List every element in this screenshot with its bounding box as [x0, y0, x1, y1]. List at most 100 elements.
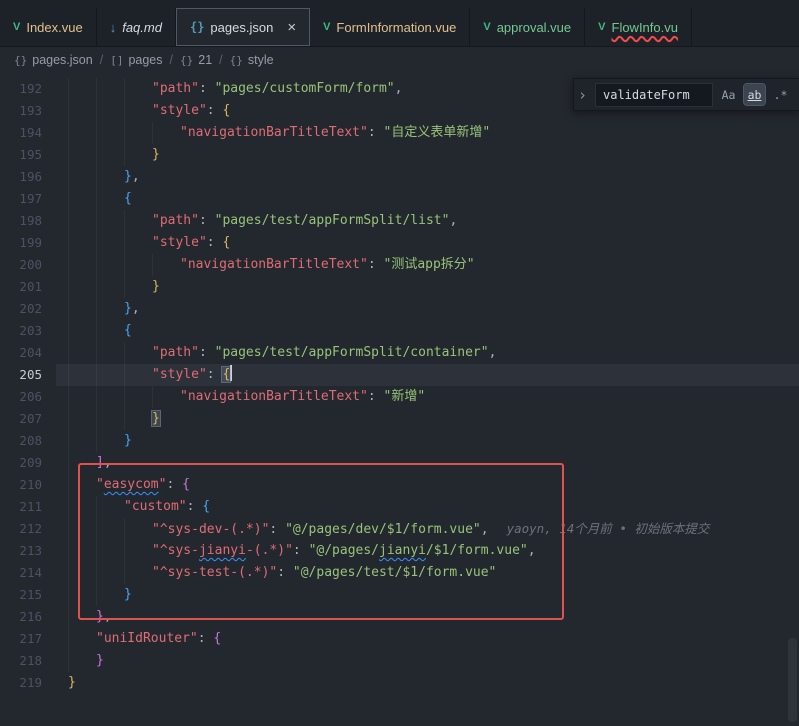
indent-guide — [152, 386, 180, 408]
tab-label: faq.md — [122, 20, 162, 35]
code-line-210[interactable]: 210"easycom": { — [0, 474, 799, 496]
code-line-204[interactable]: 204 "path": "pages/test/appFormSplit/cont… — [0, 342, 799, 364]
indent-guide — [96, 254, 124, 276]
breadcrumb-item-style[interactable]: {}style — [230, 53, 274, 67]
scrollbar-thumb[interactable] — [788, 638, 797, 722]
breadcrumb-item-pages[interactable]: []pages — [110, 53, 162, 67]
line-number[interactable]: 196 — [0, 166, 42, 188]
code-line-208[interactable]: 208} — [0, 430, 799, 452]
line-number[interactable]: 194 — [0, 122, 42, 144]
line-number[interactable]: 193 — [0, 100, 42, 122]
code-line-201[interactable]: 201} — [0, 276, 799, 298]
indent-guide — [68, 188, 96, 210]
line-number[interactable]: 214 — [0, 562, 42, 584]
indent-guide — [68, 166, 96, 188]
code-line-212[interactable]: 212"^sys-dev-(.*)": "@/pages/dev/$1/form… — [0, 518, 799, 540]
indent-guide — [96, 122, 124, 144]
line-number[interactable]: 195 — [0, 144, 42, 166]
tab-pages-json[interactable]: {}pages.json× — [176, 8, 310, 46]
indent-guide — [96, 562, 124, 584]
code-line-200[interactable]: 200"navigationBarTitleText": "测试app拆分" — [0, 254, 799, 276]
breadcrumb-item-pages-json[interactable]: {}pages.json — [14, 53, 93, 67]
line-number[interactable]: 206 — [0, 386, 42, 408]
line-number[interactable]: 211 — [0, 496, 42, 518]
whole-word-button[interactable]: ab — [744, 84, 765, 105]
code-line-214[interactable]: 214"^sys-test-(.*)": "@/pages/test/$1/fo… — [0, 562, 799, 584]
editor[interactable]: 192"path": "pages/customForm/form",193"s… — [0, 72, 799, 726]
line-number[interactable]: 201 — [0, 276, 42, 298]
code-line-207[interactable]: 207} — [0, 408, 799, 430]
code-line-215[interactable]: 215} — [0, 584, 799, 606]
indent-guide — [68, 276, 96, 298]
code-content: }, — [68, 166, 140, 188]
indent-guide — [68, 122, 96, 144]
code-line-197[interactable]: 197{ — [0, 188, 799, 210]
code-line-202[interactable]: 202}, — [0, 298, 799, 320]
regex-button[interactable]: .* — [770, 84, 791, 105]
line-number[interactable]: 202 — [0, 298, 42, 320]
code-line-198[interactable]: 198"path": "pages/test/appFormSplit/list… — [0, 210, 799, 232]
vue-icon: V — [483, 22, 490, 33]
line-number[interactable]: 216 — [0, 606, 42, 628]
find-query-text: validateForm — [603, 88, 690, 102]
line-number[interactable]: 207 — [0, 408, 42, 430]
code-content: } — [68, 408, 160, 430]
code-line-209[interactable]: 209], — [0, 452, 799, 474]
code-line-196[interactable]: 196}, — [0, 166, 799, 188]
indent-guide — [96, 210, 124, 232]
line-number[interactable]: 200 — [0, 254, 42, 276]
vue-icon: V — [598, 22, 605, 33]
line-number[interactable]: 217 — [0, 628, 42, 650]
line-number[interactable]: 208 — [0, 430, 42, 452]
code-line-205[interactable]: 205"style": { — [0, 364, 799, 386]
code-line-217[interactable]: 217"uniIdRouter": { — [0, 628, 799, 650]
line-number[interactable]: 218 — [0, 650, 42, 672]
code-line-199[interactable]: 199"style": { — [0, 232, 799, 254]
line-number[interactable]: 219 — [0, 672, 42, 694]
line-number[interactable]: 209 — [0, 452, 42, 474]
line-number[interactable]: 210 — [0, 474, 42, 496]
json-file-icon: {} — [14, 54, 27, 67]
code-line-195[interactable]: 195} — [0, 144, 799, 166]
vue-icon: V — [13, 22, 20, 33]
code-line-203[interactable]: 203{ — [0, 320, 799, 342]
breadcrumb-separator: / — [170, 53, 173, 67]
code-line-218[interactable]: 218} — [0, 650, 799, 672]
code-line-194[interactable]: 194"navigationBarTitleText": "自定义表单新增" — [0, 122, 799, 144]
line-number[interactable]: 192 — [0, 78, 42, 100]
tab-index-vue[interactable]: VIndex.vue — [0, 8, 97, 46]
line-number[interactable]: 199 — [0, 232, 42, 254]
close-icon[interactable]: × — [287, 20, 296, 35]
code-line-216[interactable]: 216}, — [0, 606, 799, 628]
breadcrumb-separator: / — [100, 53, 103, 67]
code-content: "path": "pages/test/appFormSplit/contain… — [68, 342, 496, 364]
indent-guide — [124, 518, 152, 540]
tab-forminformation-vue[interactable]: VFormInformation.vue — [310, 8, 470, 46]
tab-faq-md[interactable]: ↓faq.md — [97, 8, 176, 46]
tab-approval-vue[interactable]: Vapproval.vue — [470, 8, 585, 46]
line-number[interactable]: 197 — [0, 188, 42, 210]
code-content: "^sys-jianyi-(.*)": "@/pages/jianyi/$1/f… — [68, 540, 536, 562]
line-number[interactable]: 205 — [0, 364, 42, 386]
breadcrumb-label: pages — [128, 53, 162, 67]
code-line-219[interactable]: 219} — [0, 672, 799, 694]
indent-guide — [96, 100, 124, 122]
tab-flowinfo-vu[interactable]: VFlowInfo.vu — [585, 8, 692, 46]
breadcrumb-item-21[interactable]: {}21 — [180, 53, 212, 67]
indent-guide — [124, 364, 152, 386]
indent-guide — [68, 562, 96, 584]
find-input[interactable]: validateForm — [595, 83, 713, 107]
line-number[interactable]: 212 — [0, 518, 42, 540]
match-case-button[interactable]: Aa — [718, 84, 739, 105]
line-number[interactable]: 213 — [0, 540, 42, 562]
line-number[interactable]: 203 — [0, 320, 42, 342]
code-content: } — [68, 650, 104, 672]
chevron-expand-icon[interactable]: › — [578, 86, 590, 104]
line-number[interactable]: 215 — [0, 584, 42, 606]
text-cursor — [230, 365, 232, 381]
code-line-213[interactable]: 213 "^sys-jianyi-(.*)": "@/pages/jianyi/$… — [0, 540, 799, 562]
code-line-211[interactable]: 211"custom": { — [0, 496, 799, 518]
code-line-206[interactable]: 206"navigationBarTitleText": "新增" — [0, 386, 799, 408]
line-number[interactable]: 198 — [0, 210, 42, 232]
line-number[interactable]: 204 — [0, 342, 42, 364]
